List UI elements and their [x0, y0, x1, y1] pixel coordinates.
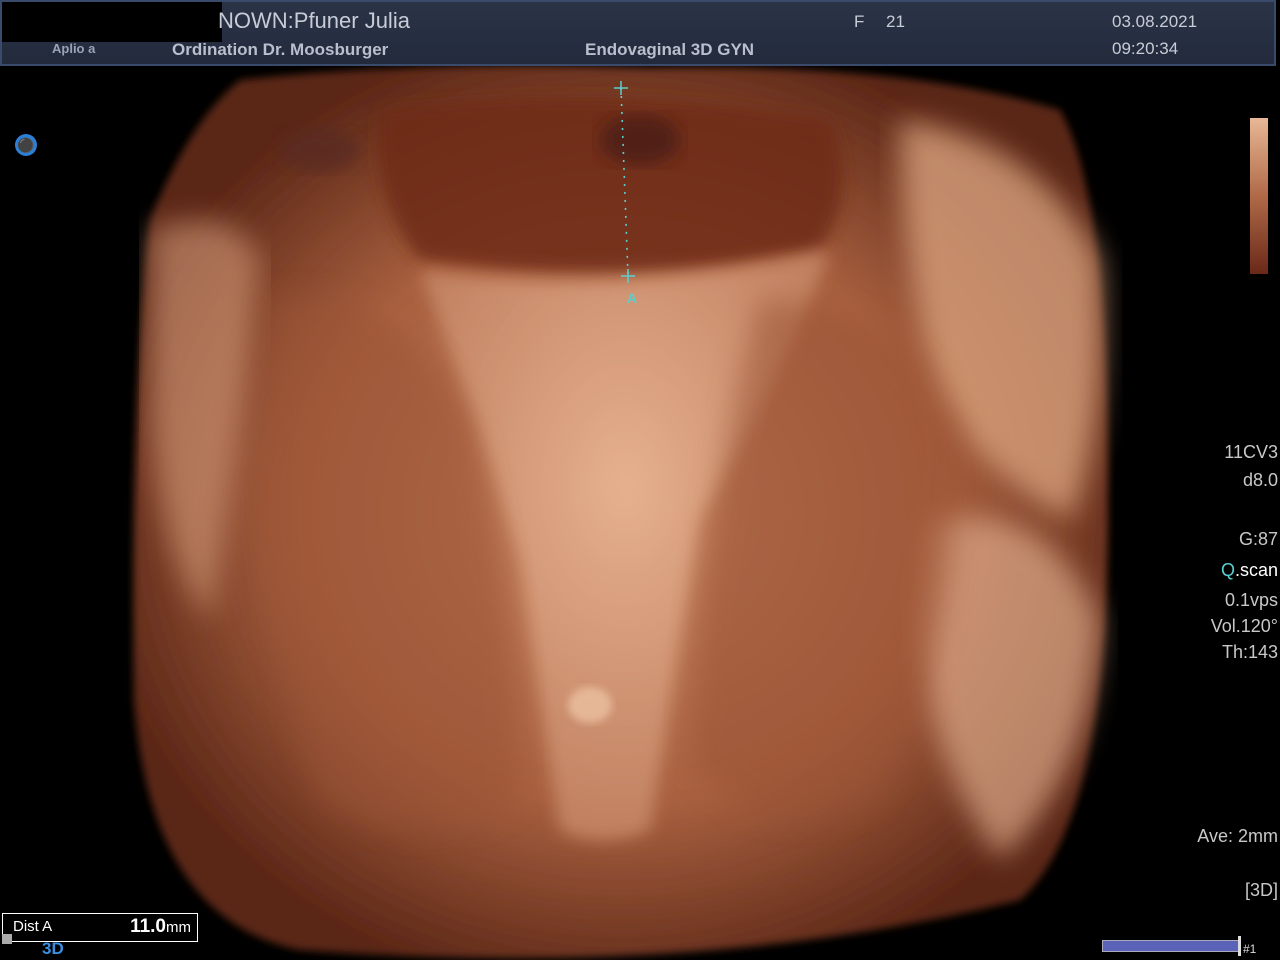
render-colorbar — [1250, 118, 1268, 274]
patient-sex: F — [854, 12, 865, 31]
cine-handle[interactable] — [1238, 936, 1241, 956]
institution-name: Ordination Dr. Moosburger — [172, 40, 389, 59]
measurement-unit: mm — [166, 919, 191, 936]
measurement-result: Dist A 11.0mm — [2, 913, 198, 942]
patient-age: 21 — [886, 12, 905, 31]
ultrasound-3d-render — [133, 65, 1109, 959]
exam-time: 09:20:34 — [1112, 39, 1179, 58]
patient-name: NOWN:Pfuner Julia — [218, 8, 410, 33]
cine-index: #1 — [1243, 942, 1257, 956]
caliper-marker-label: A — [627, 290, 638, 306]
measurement-value: 11.0 — [130, 916, 166, 937]
redaction-mask — [2, 2, 222, 42]
exam-preset: Endovaginal 3D GYN — [585, 40, 755, 59]
corner-marker — [2, 934, 12, 944]
measurement-label: Dist A — [13, 918, 53, 935]
probe-orientation-icon: ⚫ — [15, 134, 37, 156]
qscan-prefix: Q — [1220, 560, 1235, 580]
average-value: Ave: 2mm — [1197, 826, 1278, 846]
gain-value: G:87 — [1238, 529, 1278, 549]
mode-tag: [3D] — [1244, 880, 1278, 900]
system-name: Aplio a — [52, 41, 96, 56]
measurement-value-group: 11.0mm — [130, 916, 191, 938]
qscan-indicator: Q.scan — [1221, 560, 1278, 581]
qscan-suffix: .scan — [1234, 560, 1278, 580]
threshold-value: Th:143 — [1221, 642, 1278, 662]
depth-value: d8.0 — [1242, 470, 1278, 490]
volume-rate: 0.1vps — [1224, 590, 1278, 610]
probe-type: 11CV3 — [1224, 442, 1278, 462]
cine-progress-bar[interactable] — [1102, 940, 1240, 952]
exam-date: 03.08.2021 — [1112, 12, 1198, 31]
patient-header: NOWN:Pfuner Julia F 21 03.08.2021 09:20:… — [0, 0, 1276, 66]
mode-indicator: 3D — [42, 939, 64, 958]
volume-angle: Vol.120° — [1210, 616, 1278, 636]
